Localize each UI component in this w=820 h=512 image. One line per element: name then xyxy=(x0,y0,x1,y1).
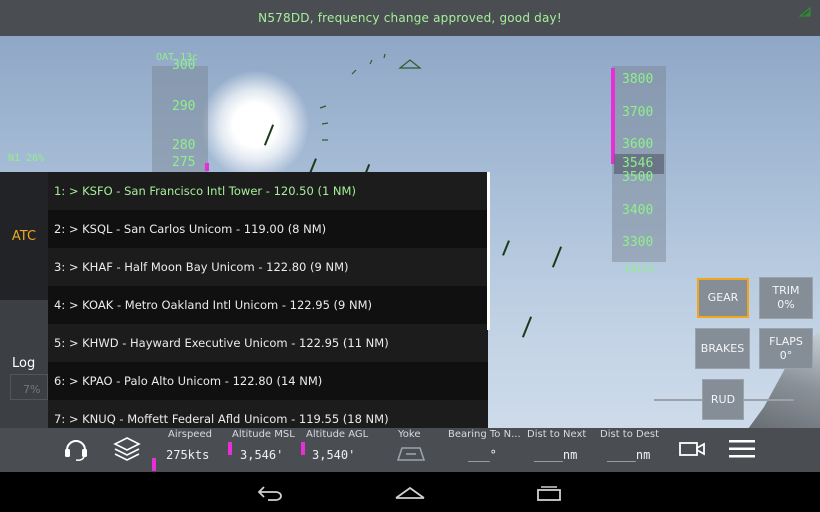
camera-icon[interactable] xyxy=(678,440,706,458)
trim-value: 0% xyxy=(777,298,795,311)
trim-button-label: TRIM xyxy=(772,284,800,297)
altitude-readout: 16153 xyxy=(624,264,655,275)
layers-icon[interactable] xyxy=(112,434,142,464)
list-scrollbar[interactable] xyxy=(487,172,490,330)
recents-button[interactable] xyxy=(532,484,566,502)
signal-icon xyxy=(799,7,811,17)
gear-button[interactable]: GEAR xyxy=(697,278,749,318)
flight-sim-screen: OAT 13c 300 290 280 275 N1 26% 3800 3700… xyxy=(0,0,820,512)
speed-marker xyxy=(205,163,209,171)
bearing-label: Bearing To N... xyxy=(448,429,521,440)
trim-button[interactable]: TRIM 0% xyxy=(759,277,813,319)
airspeed-marker xyxy=(152,458,156,471)
speed-tick: 280 xyxy=(172,138,196,153)
altitude-msl-label: Altitude MSL xyxy=(232,429,295,440)
rudder-handle[interactable]: RUD xyxy=(702,379,744,420)
headset-icon[interactable] xyxy=(62,436,90,462)
altitude-agl-value: 3,540' xyxy=(312,448,356,462)
home-button[interactable] xyxy=(393,484,427,502)
altitude-tick: 3300 xyxy=(622,235,654,250)
atc-frequency-list: 1: > KSFO - San Francisco Intl Tower - 1… xyxy=(48,172,488,438)
speed-tick: 300 xyxy=(172,58,196,73)
dist-dest-label: Dist to Dest xyxy=(600,429,659,440)
altitude-msl-value: 3,546' xyxy=(240,448,284,462)
atc-message-bar: N578DD, frequency change approved, good … xyxy=(0,0,820,36)
altitude-agl-marker xyxy=(301,442,305,455)
yoke-label: Yoke xyxy=(398,429,421,440)
system-navigation-bar xyxy=(0,472,820,512)
heading-arc xyxy=(319,53,422,141)
brakes-button-label: BRAKES xyxy=(700,341,745,355)
flaps-value: 0° xyxy=(779,348,793,362)
airspeed-value: 275kts xyxy=(166,448,210,462)
frequency-item[interactable]: 3: > KHAF - Half Moon Bay Unicom - 122.8… xyxy=(48,248,488,286)
altitude-tick: 3600 xyxy=(622,137,654,152)
altitude-msl-marker xyxy=(228,442,232,455)
altitude-tick: 3400 xyxy=(622,203,654,218)
altitude-marker xyxy=(611,68,615,164)
frequency-item[interactable]: 6: > KPAO - Palo Alto Unicom - 122.80 (1… xyxy=(48,362,488,400)
instrument-bar: Airspeed 275kts Altitude MSL 3,546' Alti… xyxy=(0,428,820,472)
home-icon xyxy=(395,486,425,499)
back-icon xyxy=(257,486,282,501)
log-tab[interactable]: 7% Log xyxy=(0,300,48,428)
gear-button-label: GEAR xyxy=(707,291,739,304)
flaps-button[interactable]: FLAPS 0° xyxy=(759,328,813,369)
rudder-label: RUD xyxy=(710,392,736,406)
altitude-agl-label: Altitude AGL xyxy=(306,429,369,440)
back-button[interactable] xyxy=(254,484,288,502)
sun xyxy=(200,70,310,180)
airspeed-label: Airspeed xyxy=(168,429,212,440)
speed-tick-current: 275 xyxy=(172,155,196,170)
dist-dest-value: ____nm xyxy=(607,448,651,462)
dist-next-value: ____nm xyxy=(534,448,578,462)
altitude-tick: 3800 xyxy=(622,72,654,87)
recents-icon xyxy=(537,486,561,501)
frequency-item[interactable]: 5: > KHWD - Hayward Executive Unicom - 1… xyxy=(48,324,488,362)
bearing-value: ___° xyxy=(468,448,497,462)
altitude-tick: 3700 xyxy=(622,105,654,120)
log-sub-value: 7% xyxy=(10,374,48,400)
yoke-icon xyxy=(396,447,426,461)
atc-tab[interactable]: ATC xyxy=(0,172,48,300)
altitude-tick-current: 3546 xyxy=(622,156,654,171)
frequency-item[interactable]: 4: > KOAK - Metro Oakland Intl Unicom - … xyxy=(48,286,488,324)
n1-readout: N1 26% xyxy=(8,153,45,164)
menu-icon[interactable] xyxy=(729,439,755,459)
frequency-item[interactable]: 2: > KSQL - San Carlos Unicom - 119.00 (… xyxy=(48,210,488,248)
altitude-tick: 3500 xyxy=(622,170,654,185)
atc-tab-label: ATC xyxy=(11,228,37,244)
brakes-button[interactable]: BRAKES xyxy=(695,328,750,369)
frequency-item[interactable]: 1: > KSFO - San Francisco Intl Tower - 1… xyxy=(48,172,488,210)
flaps-button-label: FLAPS xyxy=(769,334,803,348)
log-tab-label: Log xyxy=(12,356,36,371)
dist-next-label: Dist to Next xyxy=(527,429,587,440)
atc-message: N578DD, frequency change approved, good … xyxy=(258,11,562,25)
speed-tick: 290 xyxy=(172,99,196,114)
